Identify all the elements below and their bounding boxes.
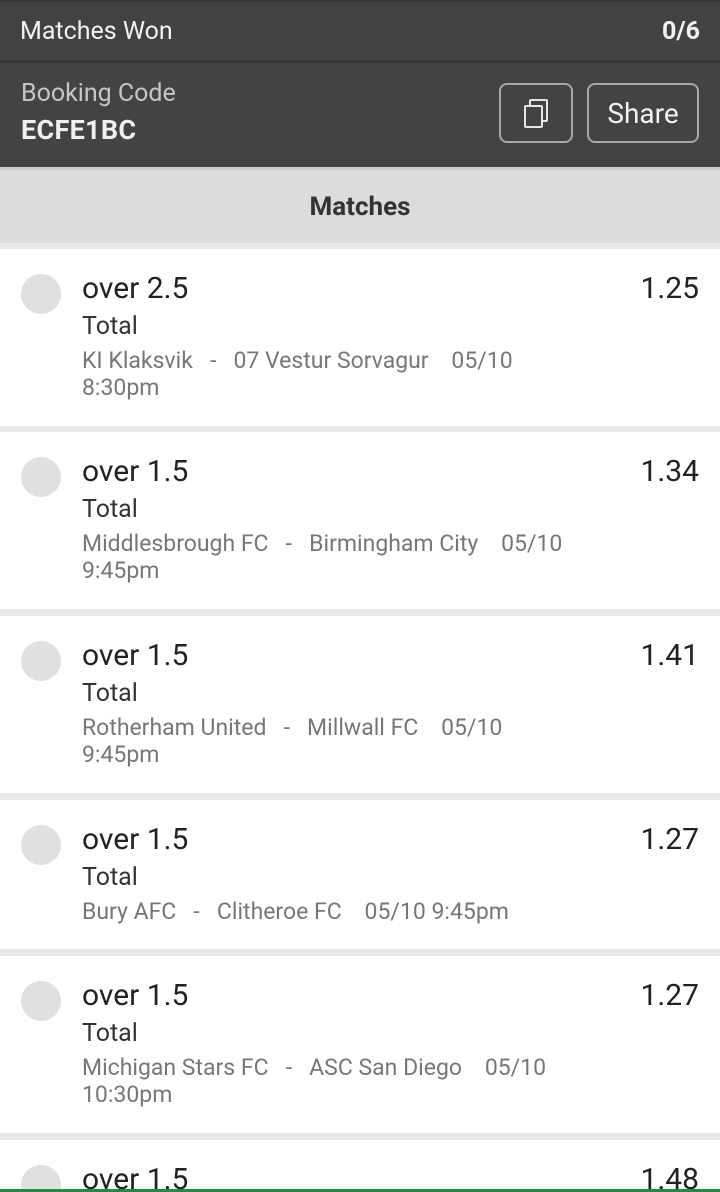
market-label: Total bbox=[82, 495, 138, 524]
market-label: Total bbox=[82, 679, 138, 708]
away-team: Millwall FC bbox=[307, 714, 419, 741]
matches-section-title: Matches bbox=[0, 167, 720, 243]
pick-label: over 1.5 bbox=[82, 1162, 189, 1192]
away-team: Birmingham City bbox=[309, 530, 479, 557]
match-time: 10:30pm bbox=[82, 1081, 173, 1108]
home-team: Michigan Stars FC bbox=[82, 1054, 269, 1081]
odds-value: 1.27 bbox=[640, 978, 700, 1013]
match-date: 05/10 bbox=[501, 530, 563, 557]
result-status-indicator bbox=[21, 457, 61, 497]
match-card[interactable]: over 1.5 1.41 Total Rotherham United - M… bbox=[0, 616, 720, 793]
match-date: 05/10 bbox=[364, 898, 426, 925]
away-team: ASC San Diego bbox=[309, 1054, 462, 1081]
match-time: 8:30pm bbox=[82, 374, 160, 401]
match-date: 05/10 bbox=[441, 714, 503, 741]
booking-code-panel: Booking Code ECFE1BC Share bbox=[0, 63, 720, 167]
fixture-info: KI Klaksvik - 07 Vestur Sorvagur 05/10 8… bbox=[82, 347, 582, 401]
odds-value: 1.27 bbox=[640, 822, 700, 857]
home-team: KI Klaksvik bbox=[82, 347, 193, 374]
share-button[interactable]: Share bbox=[587, 83, 699, 143]
pick-label: over 1.5 bbox=[82, 638, 189, 673]
away-team: 07 Vestur Sorvagur bbox=[233, 347, 429, 374]
match-card[interactable]: over 1.5 1.48 bbox=[0, 1140, 720, 1192]
pick-label: over 2.5 bbox=[82, 271, 189, 306]
away-team: Clitheroe FC bbox=[216, 898, 342, 925]
matches-won-value: 0/6 bbox=[662, 16, 700, 46]
match-date: 05/10 bbox=[484, 1054, 547, 1081]
copy-icon bbox=[524, 99, 548, 128]
match-time: 9:45pm bbox=[431, 898, 509, 925]
match-time: 9:45pm bbox=[82, 741, 160, 768]
result-status-indicator bbox=[21, 641, 61, 681]
match-card[interactable]: over 1.5 1.34 Total Middlesbrough FC - B… bbox=[0, 432, 720, 609]
market-label: Total bbox=[82, 863, 138, 892]
match-card[interactable]: over 2.5 1.25 Total KI Klaksvik - 07 Ves… bbox=[0, 249, 720, 426]
pick-label: over 1.5 bbox=[82, 454, 189, 489]
odds-value: 1.48 bbox=[640, 1162, 700, 1192]
home-team: Middlesbrough FC bbox=[82, 530, 269, 557]
market-label: Total bbox=[82, 312, 138, 341]
result-status-indicator bbox=[21, 1165, 61, 1192]
match-time: 9:45pm bbox=[82, 557, 160, 584]
match-card[interactable]: over 1.5 1.27 Total Michigan Stars FC - … bbox=[0, 956, 720, 1133]
fixture-info: Middlesbrough FC - Birmingham City 05/10… bbox=[82, 530, 582, 584]
pick-label: over 1.5 bbox=[82, 822, 189, 857]
matches-won-label: Matches Won bbox=[20, 16, 173, 46]
result-status-indicator bbox=[21, 981, 61, 1021]
home-team: Rotherham United bbox=[82, 714, 267, 741]
fixture-info: Bury AFC - Clitheroe FC 05/10 9:45pm bbox=[82, 898, 642, 925]
home-team: Bury AFC bbox=[82, 898, 177, 925]
matches-won-row: Matches Won 0/6 bbox=[0, 0, 720, 63]
match-date: 05/10 bbox=[451, 347, 513, 374]
pick-label: over 1.5 bbox=[82, 978, 189, 1013]
odds-value: 1.34 bbox=[640, 454, 700, 489]
odds-value: 1.41 bbox=[640, 638, 700, 673]
result-status-indicator bbox=[21, 825, 61, 865]
copy-button[interactable] bbox=[499, 83, 573, 143]
result-status-indicator bbox=[21, 274, 61, 314]
fixture-info: Michigan Stars FC - ASC San Diego 05/10 … bbox=[82, 1054, 582, 1108]
match-card[interactable]: over 1.5 1.27 Total Bury AFC - Clitheroe… bbox=[0, 800, 720, 949]
fixture-info: Rotherham United - Millwall FC 05/10 9:4… bbox=[82, 714, 582, 768]
odds-value: 1.25 bbox=[640, 271, 700, 306]
booking-code-value: ECFE1BC bbox=[21, 114, 137, 146]
market-label: Total bbox=[82, 1019, 138, 1048]
booking-code-label: Booking Code bbox=[21, 79, 176, 108]
